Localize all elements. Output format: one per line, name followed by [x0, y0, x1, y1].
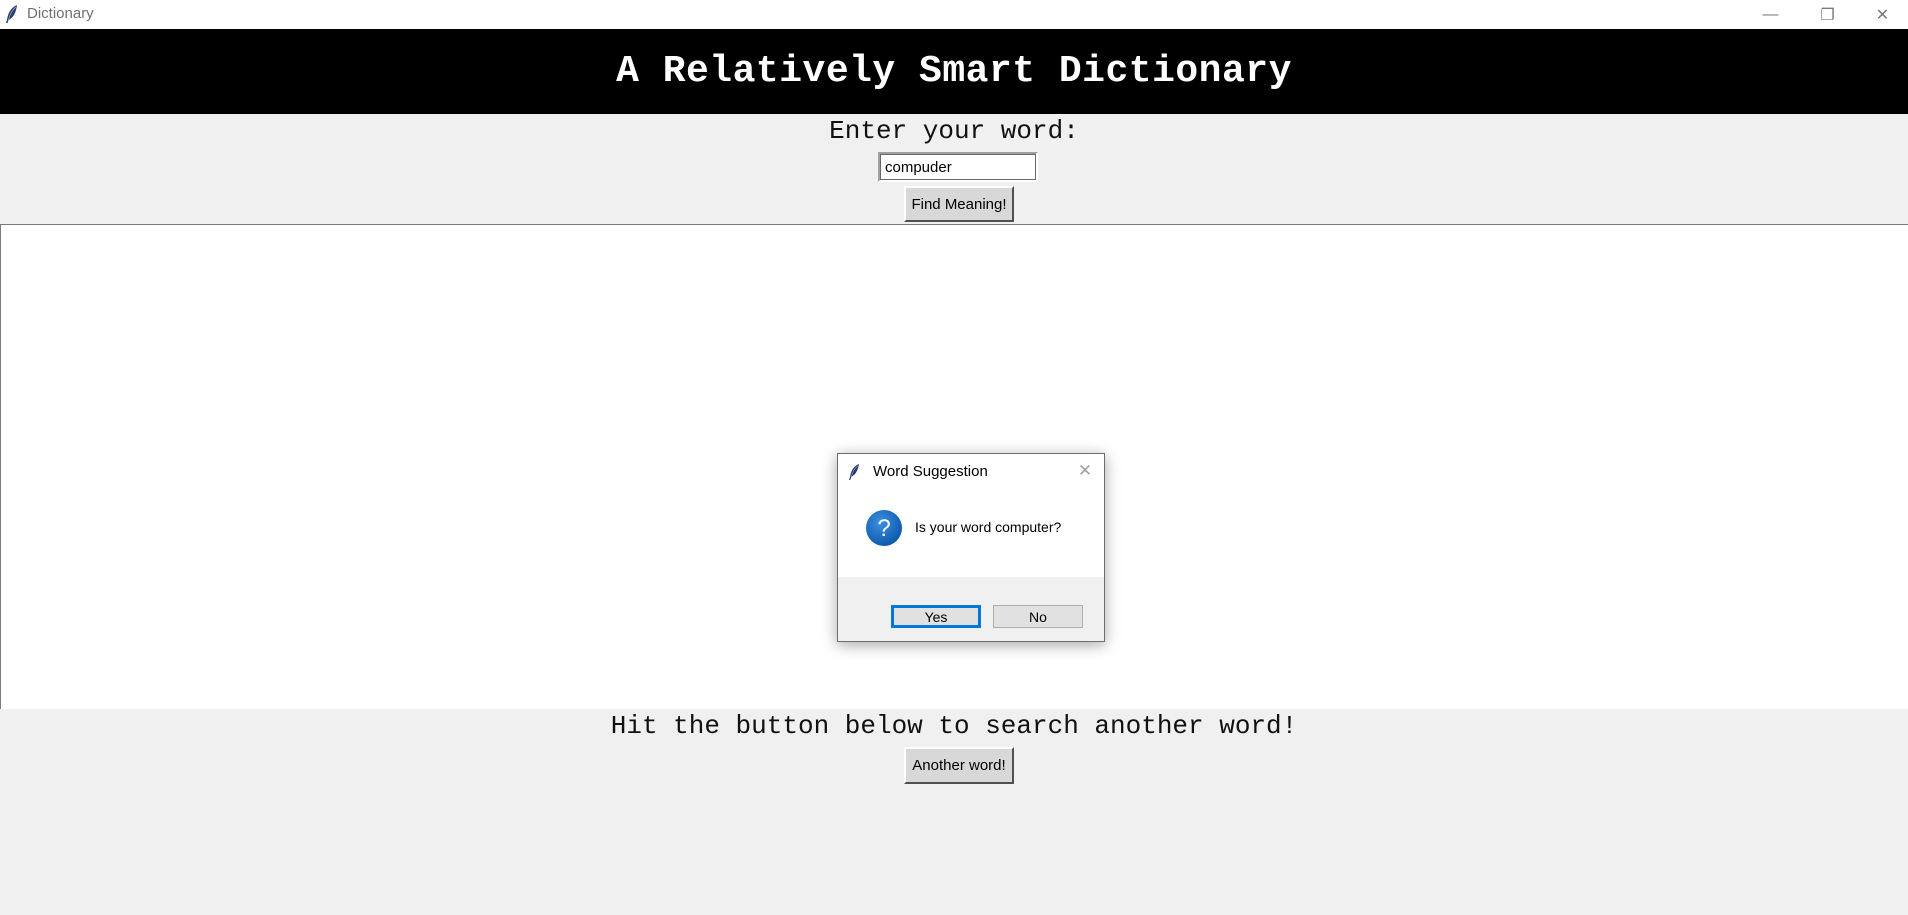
find-meaning-button[interactable]: Find Meaning!: [904, 186, 1014, 222]
question-icon: ?: [866, 510, 902, 546]
no-button[interactable]: No: [993, 605, 1083, 628]
dialog-message: Is your word computer?: [915, 519, 1062, 535]
word-prompt-label: Enter your word:: [829, 116, 1079, 146]
dialog-title-bar[interactable]: Word Suggestion ✕: [838, 454, 1104, 489]
another-word-prompt: Hit the button below to search another w…: [610, 711, 1298, 741]
close-button[interactable]: ✕: [1857, 0, 1908, 29]
dialog-title: Word Suggestion: [873, 463, 988, 480]
feather-icon: [849, 464, 859, 480]
svg-text:?: ?: [877, 515, 890, 542]
yes-button[interactable]: Yes: [891, 605, 981, 628]
header-banner: A Relatively Smart Dictionary: [0, 29, 1908, 114]
minimize-button[interactable]: —: [1742, 0, 1799, 29]
word-input[interactable]: [878, 152, 1038, 182]
restore-button[interactable]: ❐: [1799, 0, 1856, 29]
another-word-button[interactable]: Another word!: [904, 747, 1014, 784]
app-window: Dictionary — ❐ ✕ A Relatively Smart Dict…: [0, 0, 1908, 915]
window-title: Dictionary: [27, 5, 94, 22]
word-suggestion-dialog: Word Suggestion ✕ ? Is your word compute…: [837, 453, 1105, 642]
title-bar: Dictionary — ❐ ✕: [0, 0, 1908, 29]
dialog-body: ? Is your word computer?: [838, 489, 1104, 577]
dialog-close-icon[interactable]: ✕: [1074, 460, 1096, 482]
feather-icon: [6, 5, 17, 23]
page-title: A Relatively Smart Dictionary: [616, 50, 1292, 93]
